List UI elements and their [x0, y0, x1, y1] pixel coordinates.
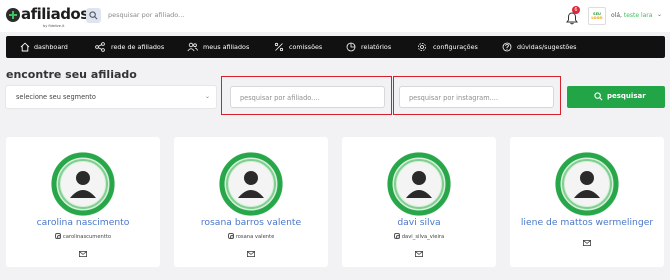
- instagram-handle[interactable]: davi_silva_vieira: [342, 233, 496, 240]
- search-icon[interactable]: [86, 8, 101, 23]
- greeting-text: olá,: [611, 12, 622, 19]
- affiliate-search-input[interactable]: pesquisar por afiliado....: [230, 86, 385, 108]
- share-icon: [95, 42, 105, 52]
- mail-icon[interactable]: [583, 240, 591, 246]
- avatar: [387, 152, 451, 216]
- affiliate-card[interactable]: davi silva davi_silva_vieira: [342, 137, 496, 267]
- instagram-handle[interactable]: rosana valente: [174, 233, 328, 240]
- instagram-search-placeholder: pesquisar por instagram....: [409, 94, 498, 102]
- nav-label: comissões: [289, 43, 323, 51]
- page-title: encontre seu afiliado: [6, 68, 137, 81]
- gear-icon: [418, 43, 426, 51]
- avatar: [219, 152, 283, 216]
- pie-chart-icon: [346, 42, 356, 52]
- main-nav: dashboard rede de afiliados meus afiliad…: [6, 36, 665, 58]
- app-logo[interactable]: afiliados by fidelize.it: [6, 5, 89, 28]
- segment-select-value: selecione seu segmento: [16, 93, 96, 101]
- global-search-input[interactable]: pesquisar por afiliado...: [108, 11, 184, 19]
- home-icon: [20, 42, 30, 52]
- instagram-text: carolinascumentto: [62, 234, 112, 240]
- affiliate-card[interactable]: liene de mattos wermelinger: [510, 137, 664, 267]
- instagram-handle[interactable]: carolinascumentto: [6, 233, 160, 240]
- affiliate-name[interactable]: rosana barros valente: [174, 217, 328, 228]
- mail-icon[interactable]: [79, 251, 87, 257]
- help-icon: [502, 42, 512, 52]
- affiliate-search-placeholder: pesquisar por afiliado....: [240, 94, 320, 102]
- affiliate-card[interactable]: rosana barros valente rosana valente: [174, 137, 328, 267]
- notification-badge: 6: [572, 6, 580, 14]
- instagram-icon: [227, 233, 235, 240]
- nav-label: dúvidas/sugestões: [517, 43, 577, 51]
- affiliate-name[interactable]: davi silva: [342, 217, 496, 228]
- nav-label: rede de afiliados: [111, 43, 165, 51]
- instagram-text: rosana valente: [235, 234, 275, 240]
- search-icon: [594, 92, 603, 101]
- store-logo-line2: LOGO: [591, 16, 603, 20]
- user-greeting[interactable]: olá, teste lara: [611, 12, 652, 19]
- users-icon: [187, 42, 198, 52]
- nav-label: dashboard: [34, 43, 68, 51]
- top-header: afiliados by fidelize.it pesquisar por a…: [0, 0, 670, 32]
- instagram-icon: [54, 233, 62, 240]
- user-name: teste lara: [623, 12, 653, 19]
- avatar: [555, 152, 619, 216]
- nav-label: meus afiliados: [203, 43, 250, 51]
- logo-text: afiliados: [21, 5, 89, 23]
- mail-icon[interactable]: [415, 251, 423, 257]
- search-button[interactable]: pesquisar: [567, 86, 665, 108]
- nav-label: relatórios: [361, 43, 392, 51]
- chevron-down-icon[interactable]: ⌄: [657, 11, 662, 18]
- nav-label: configurações: [433, 43, 478, 51]
- affiliate-card[interactable]: carolina nascimento carolinascumentto: [6, 137, 160, 267]
- segment-select[interactable]: selecione seu segmento ⌄: [6, 86, 216, 108]
- notification-bell[interactable]: 6: [566, 6, 580, 25]
- store-logo: SEU LOGO: [588, 7, 606, 25]
- percent-icon: [274, 42, 284, 52]
- instagram-search-input[interactable]: pesquisar por instagram....: [399, 86, 554, 108]
- affiliate-name[interactable]: liene de mattos wermelinger: [510, 217, 664, 228]
- mail-icon[interactable]: [247, 251, 255, 257]
- logo-byline: by fidelize.it: [43, 24, 65, 28]
- search-button-label: pesquisar: [607, 92, 646, 100]
- plus-logo-icon: [6, 8, 20, 22]
- avatar: [51, 152, 115, 216]
- chevron-down-icon: ⌄: [204, 93, 210, 100]
- instagram-icon: [393, 233, 401, 240]
- affiliate-name[interactable]: carolina nascimento: [6, 217, 160, 228]
- instagram-text: davi_silva_vieira: [401, 234, 445, 240]
